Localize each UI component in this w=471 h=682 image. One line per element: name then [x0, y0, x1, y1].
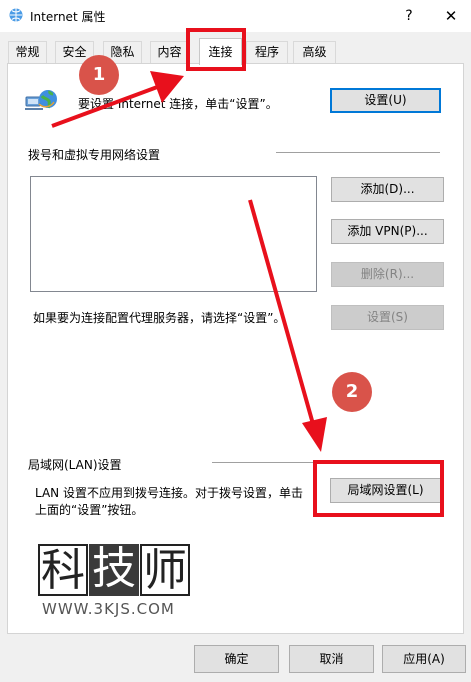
remove-button[interactable]: 删除(R)... [331, 262, 444, 287]
window-title: Internet 属性 [30, 10, 106, 24]
watermark-char-2: 技 [89, 544, 139, 596]
watermark-char-1: 科 [38, 544, 88, 596]
ie-globe-icon [9, 8, 23, 22]
watermark-char-3: 师 [140, 544, 190, 596]
tab-advanced[interactable]: 高级 [293, 41, 336, 63]
step-badge-2: 2 [332, 372, 372, 412]
connection-list[interactable] [30, 176, 317, 292]
dialup-divider [276, 152, 440, 153]
watermark-url: WWW.3KJS.COM [42, 600, 175, 618]
network-globe-icon [25, 90, 57, 110]
step-badge-1: 1 [79, 55, 119, 95]
lan-heading: 局域网(LAN)设置 [28, 458, 122, 472]
add-vpn-button[interactable]: 添加 VPN(P)... [331, 219, 444, 244]
help-button[interactable]: ? [398, 5, 420, 27]
lan-description-line1: LAN 设置不应用到拨号连接。对于拨号设置，单击 [35, 486, 303, 500]
tab-general[interactable]: 常规 [8, 41, 47, 63]
dialup-heading: 拨号和虚拟专用网络设置 [28, 148, 161, 162]
cancel-button[interactable]: 取消 [289, 645, 374, 673]
dialup-settings-button[interactable]: 设置(S) [331, 305, 444, 330]
tab-programs[interactable]: 程序 [246, 41, 288, 63]
proxy-description: 如果要为连接配置代理服务器，请选择“设置”。 [33, 311, 286, 325]
close-button[interactable]: ✕ [438, 4, 464, 28]
lan-description-line2: 上面的“设置”按钮。 [35, 503, 144, 517]
highlight-box-connections-tab [186, 28, 246, 71]
add-button[interactable]: 添加(D)... [331, 177, 444, 202]
highlight-box-lan-button [313, 460, 444, 517]
apply-button[interactable]: 应用(A) [382, 645, 466, 673]
setup-description: 要设置 Internet 连接，单击“设置”。 [78, 97, 278, 111]
tab-content[interactable]: 内容 [150, 41, 189, 63]
setup-button[interactable]: 设置(U) [330, 88, 441, 113]
ok-button[interactable]: 确定 [194, 645, 279, 673]
